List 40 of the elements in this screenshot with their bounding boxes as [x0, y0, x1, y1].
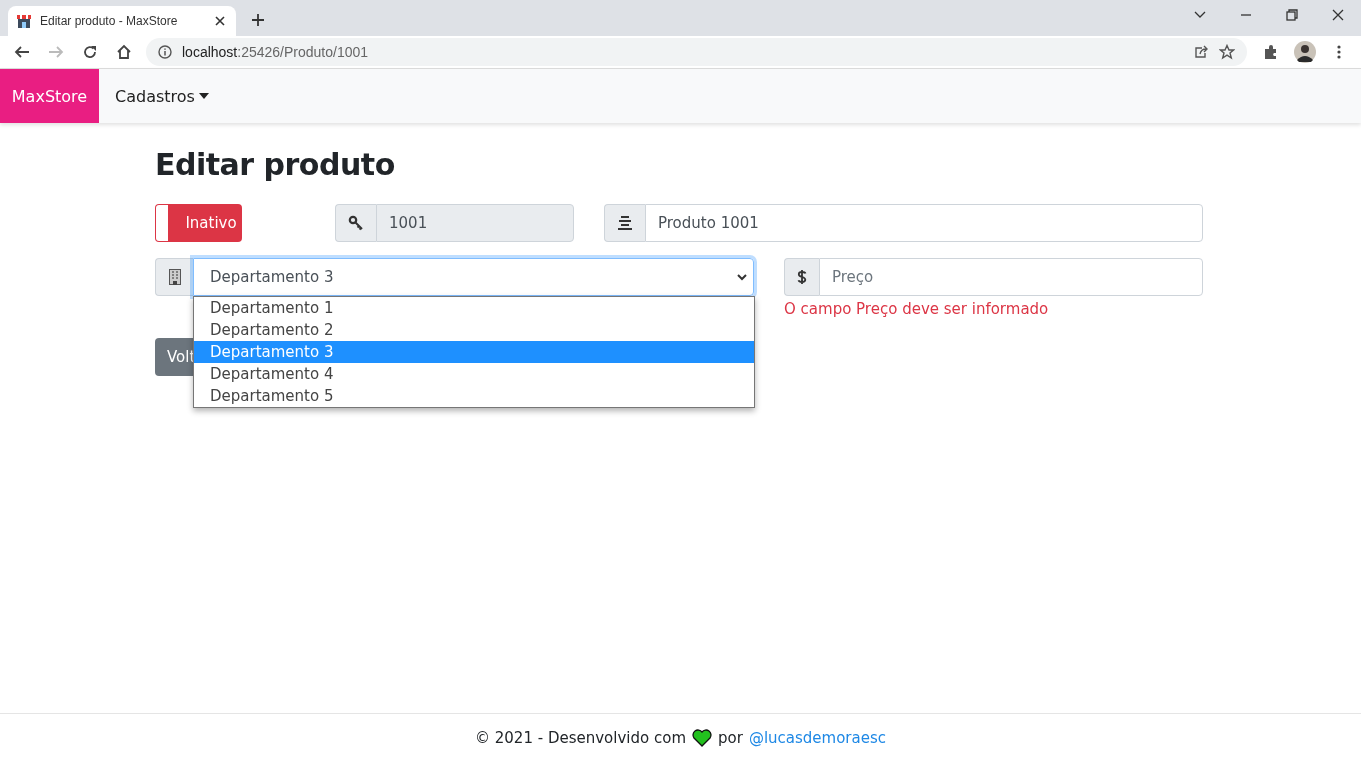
url-text: localhost:25426/Produto/1001 [182, 44, 369, 60]
close-icon [1332, 9, 1344, 21]
footer-text: por [718, 728, 743, 747]
avatar-icon [1294, 41, 1316, 63]
dollar-icon [797, 269, 807, 285]
address-bar[interactable]: localhost:25426/Produto/1001 [146, 38, 1247, 66]
forward-icon [48, 44, 64, 60]
browser-tab[interactable]: Editar produto - MaxStore [8, 6, 236, 36]
menu-dropdown[interactable]: Cadastros [99, 86, 225, 106]
dropdown-option[interactable]: Departamento 5 [194, 385, 754, 407]
brand-link[interactable]: MaxStore [0, 69, 99, 123]
dropdown-option[interactable]: Departamento 2 [194, 319, 754, 341]
department-select[interactable]: Departamento 3 [193, 258, 754, 296]
heart-icon [692, 728, 712, 747]
page-heading: Editar produto [155, 147, 396, 182]
key-icon [348, 215, 364, 231]
text-align-icon [617, 216, 633, 230]
info-icon [158, 45, 172, 59]
footer-text: © 2021 - Desenvolvido com [475, 728, 686, 747]
dropdown-option[interactable]: Departamento 1 [194, 297, 754, 319]
plus-icon [252, 14, 264, 26]
profile-button[interactable] [1291, 38, 1319, 66]
error-message: O campo Preço deve ser informado [784, 300, 1050, 318]
caret-down-icon [198, 93, 209, 99]
puzzle-icon [1263, 44, 1279, 60]
status-toggle[interactable]: Inativo [155, 204, 242, 242]
price-field[interactable]: Preço [819, 258, 1203, 296]
author-link[interactable]: @lucasdemoraesc [748, 728, 886, 747]
name-field[interactable]: Produto 1001 [645, 204, 1203, 242]
restore-icon [1286, 9, 1298, 21]
share-icon [1193, 44, 1209, 60]
tab-title: Editar produto - MaxStore [40, 14, 179, 28]
star-icon [1219, 44, 1235, 60]
reload-icon [82, 44, 98, 60]
building-icon [168, 269, 181, 285]
chevron-down-icon [737, 273, 747, 281]
close-icon [215, 16, 225, 26]
home-icon [116, 44, 132, 60]
store-icon [16, 13, 32, 29]
back-icon [14, 44, 30, 60]
